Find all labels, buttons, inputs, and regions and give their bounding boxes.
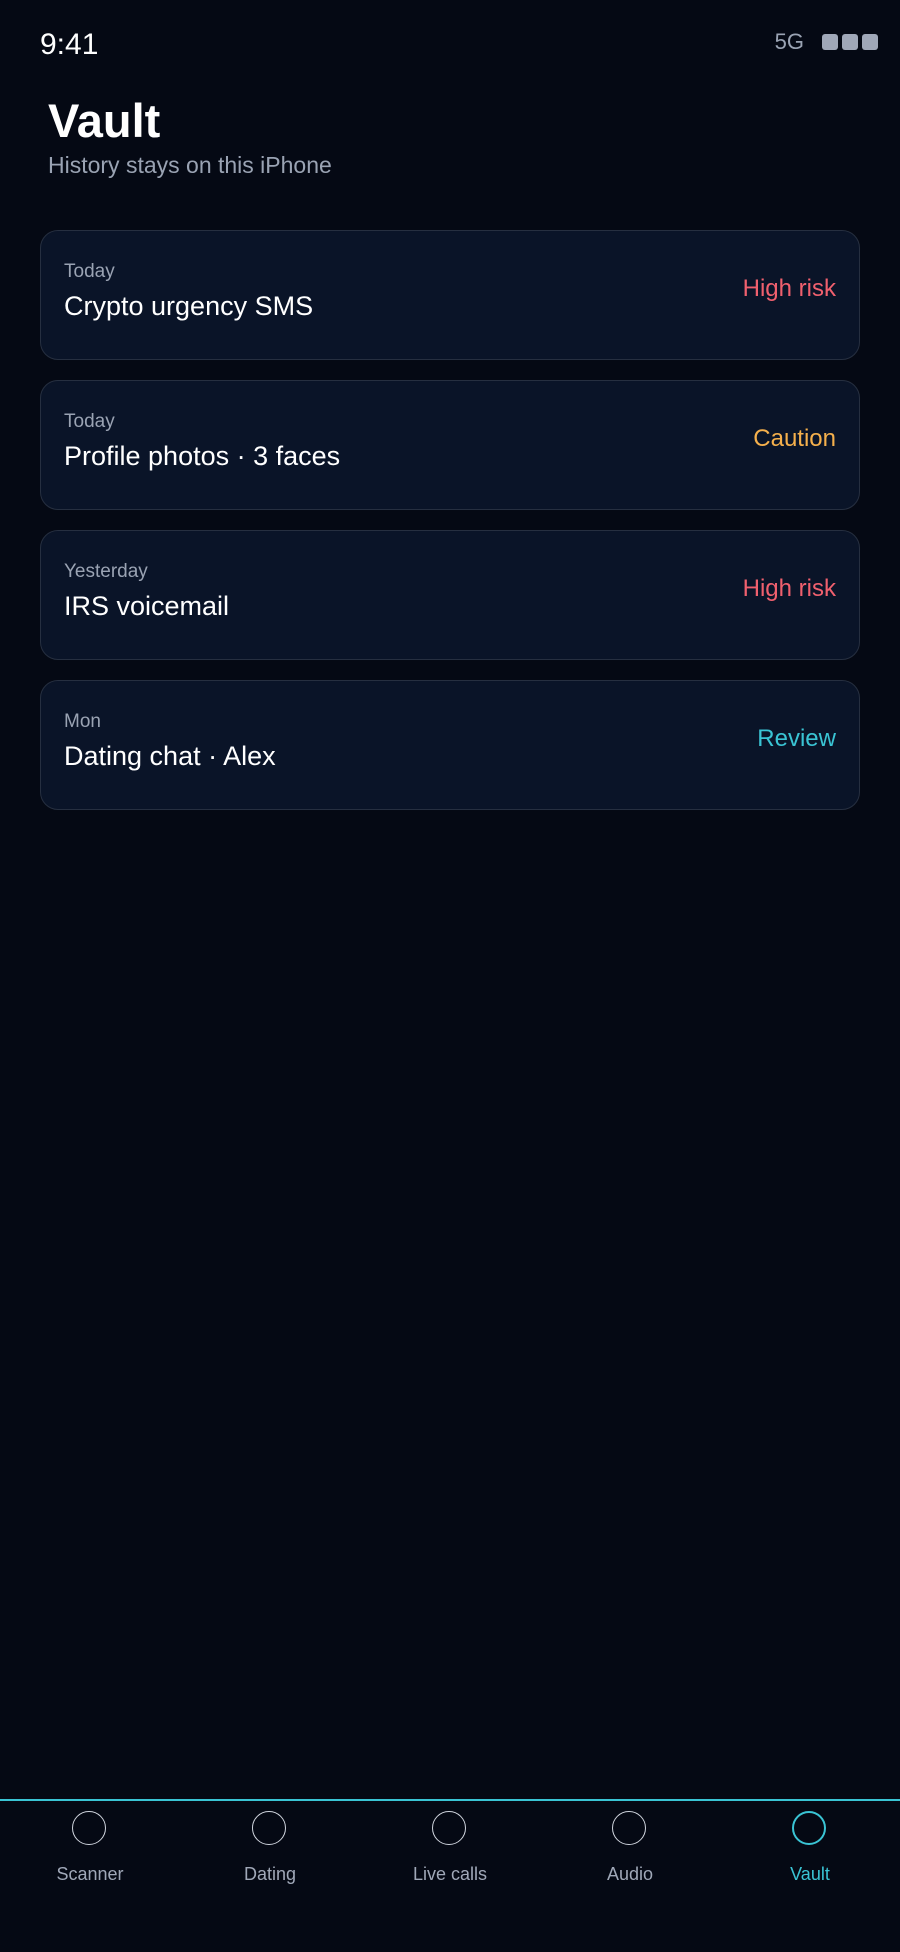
live-calls-icon [432,1811,466,1845]
dating-icon [252,1811,286,1845]
page-subtitle: History stays on this iPhone [48,152,332,178]
item-title: Dating chat · Alex [64,741,276,771]
item-date: Yesterday [64,561,148,582]
status-badge: High risk [742,575,836,602]
status-badge: Caution [753,425,836,452]
tab-label: Live calls [412,1864,488,1884]
vault-list: Today Crypto urgency SMS High risk Today… [40,230,860,830]
item-date: Today [64,261,115,282]
audio-icon [612,1811,646,1845]
tab-bar: Scanner Dating Live calls Audio Vault [0,1799,900,1952]
scanner-icon [72,1811,106,1845]
tab-label: Vault [790,1864,830,1884]
tab-live-calls[interactable]: Live calls [360,1801,540,1952]
status-badge: Review [757,725,836,752]
item-title: Crypto urgency SMS [64,291,314,321]
tab-dating[interactable]: Dating [180,1801,360,1952]
item-title: IRS voicemail [64,591,230,621]
status-badge: High risk [742,275,836,302]
status-bar: 9:41 5G [0,0,900,90]
tab-label: Audio [606,1864,654,1884]
status-indicators: 5G [775,29,878,55]
tab-label: Dating [243,1864,297,1884]
tab-vault[interactable]: Vault [720,1801,900,1952]
vault-item[interactable]: Yesterday IRS voicemail High risk [40,530,860,660]
tab-audio[interactable]: Audio [540,1801,720,1952]
tab-scanner[interactable]: Scanner [0,1801,180,1952]
tab-label: Scanner [56,1864,124,1884]
page-header: Vault History stays on this iPhone [48,94,332,180]
item-date: Today [64,411,115,432]
battery-icon [818,34,878,50]
status-time: 9:41 [40,28,99,61]
network-indicator: 5G [774,29,804,54]
page-title: Vault [48,94,161,147]
vault-item[interactable]: Mon Dating chat · Alex Review [40,680,860,810]
item-title: Profile photos · 3 faces [64,441,341,471]
vault-item[interactable]: Today Profile photos · 3 faces Caution [40,380,860,510]
vault-item[interactable]: Today Crypto urgency SMS High risk [40,230,860,360]
vault-icon [792,1811,826,1845]
item-date: Mon [64,711,101,732]
